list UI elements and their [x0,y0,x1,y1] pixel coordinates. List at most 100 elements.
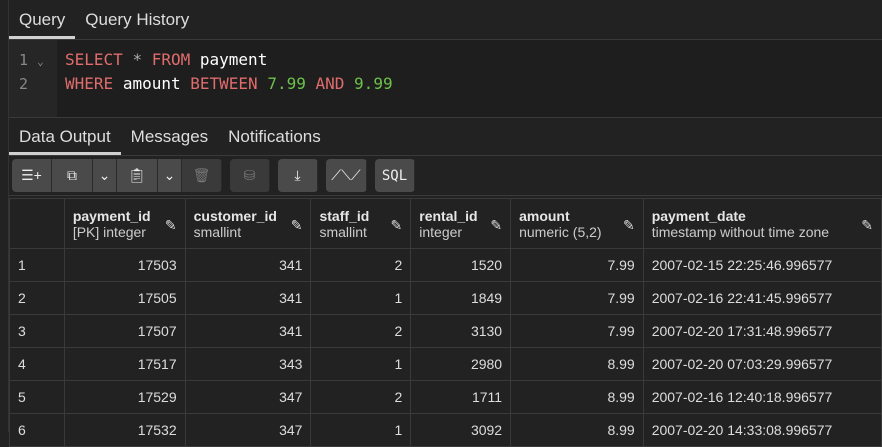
cell-payment_id[interactable]: 17507 [63,314,186,348]
edit-pencil-icon[interactable]: ✎ [623,217,635,234]
cell-rental_id[interactable]: 3130 [410,314,512,348]
cell-customer_id[interactable]: 341 [184,281,312,315]
cell-payment_date[interactable]: 2007-02-20 17:31:48.996577 [642,314,882,348]
row-number[interactable]: 6 [9,413,65,447]
code-line: SELECT * FROM payment [65,48,393,72]
cell-rental_id[interactable]: 1520 [410,248,512,282]
edit-pencil-icon[interactable]: ✎ [165,217,177,234]
keyword: AND [315,74,345,93]
column-header-payment_id[interactable]: payment_id [PK] integer ✎ [63,198,186,249]
cell-payment_date[interactable]: 2007-02-15 22:25:46.996577 [642,248,882,282]
row-number[interactable]: 5 [9,380,65,414]
output-tabs: Data Output Messages Notifications [9,118,882,156]
cell-payment_date[interactable]: 2007-02-16 12:40:18.996577 [642,380,882,414]
chevron-down-icon[interactable]: ⌄ [158,159,182,192]
cell-customer_id[interactable]: 341 [184,248,312,282]
cell-rental_id[interactable]: 2980 [410,347,512,381]
cell-payment_id[interactable]: 17517 [63,347,186,381]
cell-rental_id[interactable]: 3092 [410,413,512,447]
column-header-amount[interactable]: amount numeric (5,2) ✎ [510,198,644,249]
cell-staff_id[interactable]: 1 [310,347,412,381]
table-row[interactable]: 5 17529 347 2 1711 8.99 2007-02-16 12:40:18.99… [9,380,882,414]
number: 7.99 [267,74,306,93]
edit-pencil-icon[interactable]: ✎ [490,217,502,234]
tab-query-history[interactable]: Query History [75,0,199,39]
chevron-down-icon[interactable]: ⌄ [93,159,117,192]
cell-amount[interactable]: 8.99 [510,347,644,381]
paste-icon[interactable]: 📋︎ [117,159,158,192]
data-toolbar: ☰+ ⧉ ⌄ 📋︎ ⌄ 🗑︎ ⛁ ⤓ ⟋⟍⟋ SQL [9,156,882,196]
results-grid: payment_id [PK] integer ✎ customer_id smalli… [9,198,882,447]
operator: * [132,50,143,69]
keyword: SELECT [65,50,123,69]
download-icon[interactable]: ⤓ [278,159,318,192]
identifier: payment [199,50,268,69]
cell-amount[interactable]: 7.99 [510,314,644,348]
tab-notifications[interactable]: Notifications [218,118,331,155]
cell-amount[interactable]: 7.99 [510,248,644,282]
sql-editor[interactable]: 1 ⌄ 2 SELECT * FROM payment WHERE amount… [9,40,882,118]
line-number: 1 [19,51,29,69]
cell-payment_id[interactable]: 17529 [63,380,186,414]
fold-chevron-icon[interactable]: ⌄ [37,55,44,68]
row-number[interactable]: 1 [9,248,65,282]
column-type: timestamp without time zone [651,223,830,240]
cell-payment_id[interactable]: 17532 [63,413,186,447]
cell-customer_id[interactable]: 347 [184,413,312,447]
add-row-icon[interactable]: ☰+ [12,159,52,192]
column-name: payment_id [72,207,151,224]
tab-data-output[interactable]: Data Output [9,118,121,155]
cell-staff_id[interactable]: 2 [310,248,412,282]
tab-query[interactable]: Query [9,0,76,39]
keyword: WHERE [65,74,114,93]
cell-amount[interactable]: 8.99 [510,413,644,447]
graph-icon[interactable]: ⟋⟍⟋ [326,159,367,192]
table-row[interactable]: 1 17503 341 2 1520 7.99 2007-02-15 22:25:46.99… [9,248,882,282]
cell-rental_id[interactable]: 1849 [410,281,512,315]
cell-staff_id[interactable]: 2 [310,314,412,348]
table-row[interactable]: 3 17507 341 2 3130 7.99 2007-02-20 17:31:48.99… [9,314,882,348]
row-number[interactable]: 3 [9,314,65,348]
edit-pencil-icon[interactable]: ✎ [291,217,303,234]
cell-amount[interactable]: 7.99 [510,281,644,315]
cell-payment_id[interactable]: 17505 [63,281,186,315]
cell-rental_id[interactable]: 1711 [410,380,512,414]
table-row[interactable]: 4 17517 343 1 2980 8.99 2007-02-20 07:03:29.99… [9,347,882,381]
line-number: 2 [19,75,29,93]
cell-staff_id[interactable]: 1 [310,413,412,447]
query-tool: Query Query History 1 ⌄ 2 SELECT * FROM … [8,0,882,447]
cell-staff_id[interactable]: 1 [310,281,412,315]
cell-customer_id[interactable]: 347 [184,380,312,414]
cell-staff_id[interactable]: 2 [310,380,412,414]
table-row[interactable]: 2 17505 341 1 1849 7.99 2007-02-16 22:41:45.99… [9,281,882,315]
column-name: amount [519,207,570,224]
row-number-header [9,198,65,249]
column-header-payment_date[interactable]: payment_date timestamp without time zone ✎ [642,198,882,249]
column-name: customer_id [193,207,277,224]
cell-payment_id[interactable]: 17503 [63,248,186,282]
identifier: amount [122,74,181,93]
save-data-icon[interactable]: ⛁ [230,159,270,192]
row-number[interactable]: 4 [9,347,65,381]
cell-payment_date[interactable]: 2007-02-20 14:33:08.996577 [642,413,882,447]
column-header-staff_id[interactable]: staff_id smallint ✎ [310,198,412,249]
edit-pencil-icon[interactable]: ✎ [391,217,403,234]
column-type: [PK] integer [72,223,146,240]
column-header-customer_id[interactable]: customer_id smallint ✎ [184,198,312,249]
table-row[interactable]: 6 17532 347 1 3092 8.99 2007-02-20 14:33:08.99… [9,413,882,447]
column-header-rental_id[interactable]: rental_id integer ✎ [410,198,512,249]
number: 9.99 [354,74,393,93]
cell-amount[interactable]: 8.99 [510,380,644,414]
column-type: smallint [193,223,242,240]
cell-payment_date[interactable]: 2007-02-16 22:41:45.996577 [642,281,882,315]
edit-pencil-icon[interactable]: ✎ [861,217,873,234]
sql-icon[interactable]: SQL [375,159,415,192]
row-number[interactable]: 2 [9,281,65,315]
copy-icon[interactable]: ⧉ [52,159,93,192]
cell-customer_id[interactable]: 343 [184,347,312,381]
cell-customer_id[interactable]: 341 [184,314,312,348]
code-line: WHERE amount BETWEEN 7.99 AND 9.99 [65,72,393,96]
tab-messages[interactable]: Messages [121,118,218,155]
cell-payment_date[interactable]: 2007-02-20 07:03:29.996577 [642,347,882,381]
delete-icon[interactable]: 🗑︎ [182,159,222,192]
